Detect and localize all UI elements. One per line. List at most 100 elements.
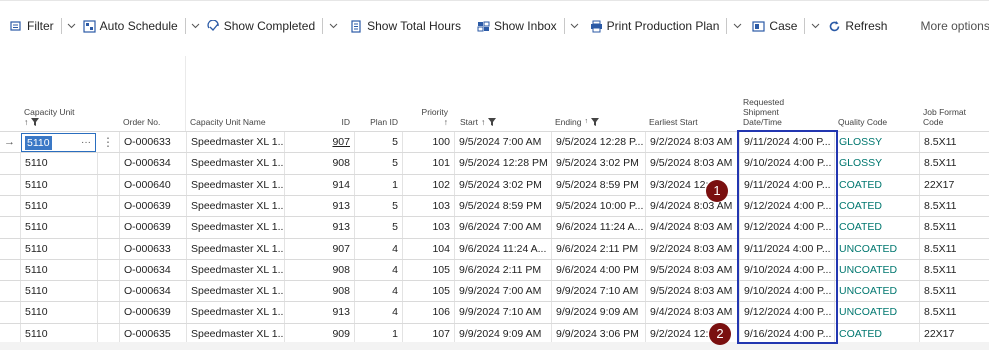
quality-cell[interactable]: UNCOATED <box>834 259 919 281</box>
ending-cell[interactable]: 9/5/2024 10:00 P... <box>551 195 645 217</box>
earliest-cell[interactable]: 9/2/2024 8:03 AM <box>645 132 739 153</box>
filter-button[interactable]: Filter <box>6 14 58 38</box>
chevron-down-icon[interactable] <box>326 14 340 38</box>
earliest-cell[interactable]: 9/5/2024 8:03 AM <box>645 153 739 175</box>
show-completed-button[interactable]: Show Completed <box>203 14 319 38</box>
name-cell[interactable]: Speedmaster XL 1... <box>186 153 284 175</box>
col-job-format-code[interactable]: Job Format Code <box>919 56 989 131</box>
id-cell[interactable]: 913 <box>284 217 354 239</box>
name-cell[interactable]: Speedmaster XL 1... <box>186 302 284 324</box>
order-cell[interactable]: O-000633 <box>119 238 185 260</box>
name-cell[interactable]: Speedmaster XL 1... <box>186 259 284 281</box>
format-cell[interactable]: 8.5X11 <box>919 302 989 324</box>
id-cell[interactable]: 914 <box>284 174 354 196</box>
start-cell[interactable]: 9/9/2024 7:00 AM <box>454 281 551 303</box>
ending-cell[interactable]: 9/6/2024 4:00 PM <box>551 259 645 281</box>
earliest-cell[interactable]: 9/4/2024 8:03 AM <box>645 195 739 217</box>
ending-cell[interactable]: 9/5/2024 3:02 PM <box>551 153 645 175</box>
earliest-cell[interactable]: 9/4/2024 8:03 AM <box>645 217 739 239</box>
capacity-unit-active-cell[interactable]: 5110 ··· <box>21 133 96 152</box>
col-requested-shipment[interactable]: Requested Shipment Date/Time <box>739 56 835 131</box>
col-start[interactable]: Start ↑ <box>456 56 551 131</box>
id-cell[interactable]: 908 <box>284 259 354 281</box>
col-priority[interactable]: Priority ↑ <box>402 56 452 131</box>
plan-cell[interactable]: 1 <box>354 174 402 196</box>
name-cell[interactable]: Speedmaster XL 1... <box>186 195 284 217</box>
format-cell[interactable]: 8.5X11 <box>919 153 989 175</box>
lookup-ellipsis-button[interactable]: ··· <box>81 134 91 151</box>
table-row[interactable]: 5110 O-000633 Speedmaster XL 1... 907 4 104 9/… <box>0 237 989 260</box>
table-row[interactable]: → 5110 ··· ⋮ O-000633 Speedmaster XL 1... 907 5… <box>0 131 989 153</box>
name-cell[interactable]: Speedmaster XL 1... <box>186 281 284 303</box>
format-cell[interactable]: 8.5X11 <box>919 217 989 239</box>
priority-cell[interactable]: 104 <box>402 238 454 260</box>
quality-cell[interactable]: COATED <box>834 174 919 196</box>
order-cell[interactable]: O-000634 <box>119 153 185 175</box>
chevron-down-icon[interactable] <box>730 14 744 38</box>
format-cell[interactable]: 22X17 <box>919 174 989 196</box>
capacity-unit-cell[interactable]: 5110 <box>20 259 99 281</box>
name-cell[interactable]: Speedmaster XL 1... <box>186 174 284 196</box>
capacity-unit-cell[interactable]: 5110 <box>20 195 99 217</box>
priority-cell[interactable]: 106 <box>402 302 454 324</box>
format-cell[interactable]: 8.5X11 <box>919 281 989 303</box>
chevron-down-icon[interactable] <box>808 14 822 38</box>
priority-cell[interactable]: 102 <box>402 174 454 196</box>
id-cell[interactable]: 907 <box>284 132 354 153</box>
plan-cell[interactable]: 5 <box>354 217 402 239</box>
chevron-down-icon[interactable] <box>568 14 582 38</box>
plan-cell[interactable]: 4 <box>354 238 402 260</box>
row-actions-icon[interactable]: ⋮ <box>98 132 118 153</box>
priority-cell[interactable]: 103 <box>402 217 454 239</box>
name-cell[interactable]: Speedmaster XL 1... <box>186 217 284 239</box>
chevron-down-icon[interactable] <box>189 14 203 38</box>
ending-cell[interactable]: 9/5/2024 8:59 PM <box>551 174 645 196</box>
capacity-unit-cell[interactable]: 5110 <box>20 217 99 239</box>
start-cell[interactable]: 9/5/2024 12:28 PM <box>454 153 551 175</box>
plan-cell[interactable]: 4 <box>354 281 402 303</box>
plan-cell[interactable]: 5 <box>354 132 402 153</box>
order-cell[interactable]: O-000640 <box>119 174 185 196</box>
start-cell[interactable]: 9/6/2024 7:00 AM <box>454 217 551 239</box>
chevron-down-icon[interactable] <box>65 14 79 38</box>
ending-cell[interactable]: 9/6/2024 2:11 PM <box>551 238 645 260</box>
show-inbox-button[interactable]: Show Inbox <box>473 14 561 38</box>
table-row[interactable]: 5110 O-000640 Speedmaster XL 1... 914 1 102 9/… <box>0 173 989 196</box>
plan-cell[interactable]: 5 <box>354 195 402 217</box>
format-cell[interactable]: 8.5X11 <box>919 259 989 281</box>
quality-cell[interactable]: UNCOATED <box>834 238 919 260</box>
order-cell[interactable]: O-000639 <box>119 302 185 324</box>
plan-cell[interactable]: 5 <box>354 153 402 175</box>
quality-cell[interactable]: GLOSSY <box>834 153 919 175</box>
format-cell[interactable]: 8.5X11 <box>919 132 989 153</box>
plan-cell[interactable]: 4 <box>354 259 402 281</box>
capacity-unit-cell[interactable]: 5110 <box>20 281 99 303</box>
plan-cell[interactable]: 4 <box>354 302 402 324</box>
table-row[interactable]: 5110 O-000639 Speedmaster XL 1... 913 5 103 9/… <box>0 216 989 239</box>
table-row[interactable]: 5110 O-000639 Speedmaster XL 1... 913 5 103 9/… <box>0 194 989 217</box>
name-cell[interactable]: Speedmaster XL 1... <box>186 238 284 260</box>
start-cell[interactable]: 9/6/2024 2:11 PM <box>454 259 551 281</box>
print-production-plan-button[interactable]: Print Production Plan <box>586 14 724 38</box>
earliest-cell[interactable]: 9/5/2024 8:03 AM <box>645 259 739 281</box>
capacity-unit-cell[interactable]: 5110 <box>20 174 99 196</box>
quality-cell[interactable]: UNCOATED <box>834 281 919 303</box>
start-cell[interactable]: 9/6/2024 11:24 A... <box>454 238 551 260</box>
col-earliest-start[interactable]: Earliest Start <box>645 56 737 131</box>
show-total-hours-button[interactable]: Show Total Hours <box>346 14 465 38</box>
order-cell[interactable]: O-000639 <box>119 217 185 239</box>
order-cell[interactable]: O-000639 <box>119 195 185 217</box>
capacity-unit-cell[interactable]: 5110 <box>20 302 99 324</box>
order-cell[interactable]: O-000633 <box>119 132 185 153</box>
more-options-button[interactable]: More options <box>916 14 989 38</box>
earliest-cell[interactable]: 9/5/2024 8:03 AM <box>645 281 739 303</box>
ending-cell[interactable]: 9/9/2024 9:09 AM <box>551 302 645 324</box>
col-capacity-unit-name[interactable]: Capacity Unit Name <box>186 56 284 131</box>
name-cell[interactable]: Speedmaster XL 1... <box>186 132 284 153</box>
id-cell[interactable]: 907 <box>284 238 354 260</box>
earliest-cell[interactable]: 9/2/2024 8:03 AM <box>645 238 739 260</box>
order-cell[interactable]: O-000634 <box>119 281 185 303</box>
table-row[interactable]: 5110 O-000639 Speedmaster XL 1... 913 4 106 9/… <box>0 301 989 324</box>
ending-cell[interactable]: 9/5/2024 12:28 P... <box>551 132 645 153</box>
table-row[interactable]: 5110 O-000634 Speedmaster XL 1... 908 4 105 9/… <box>0 258 989 281</box>
